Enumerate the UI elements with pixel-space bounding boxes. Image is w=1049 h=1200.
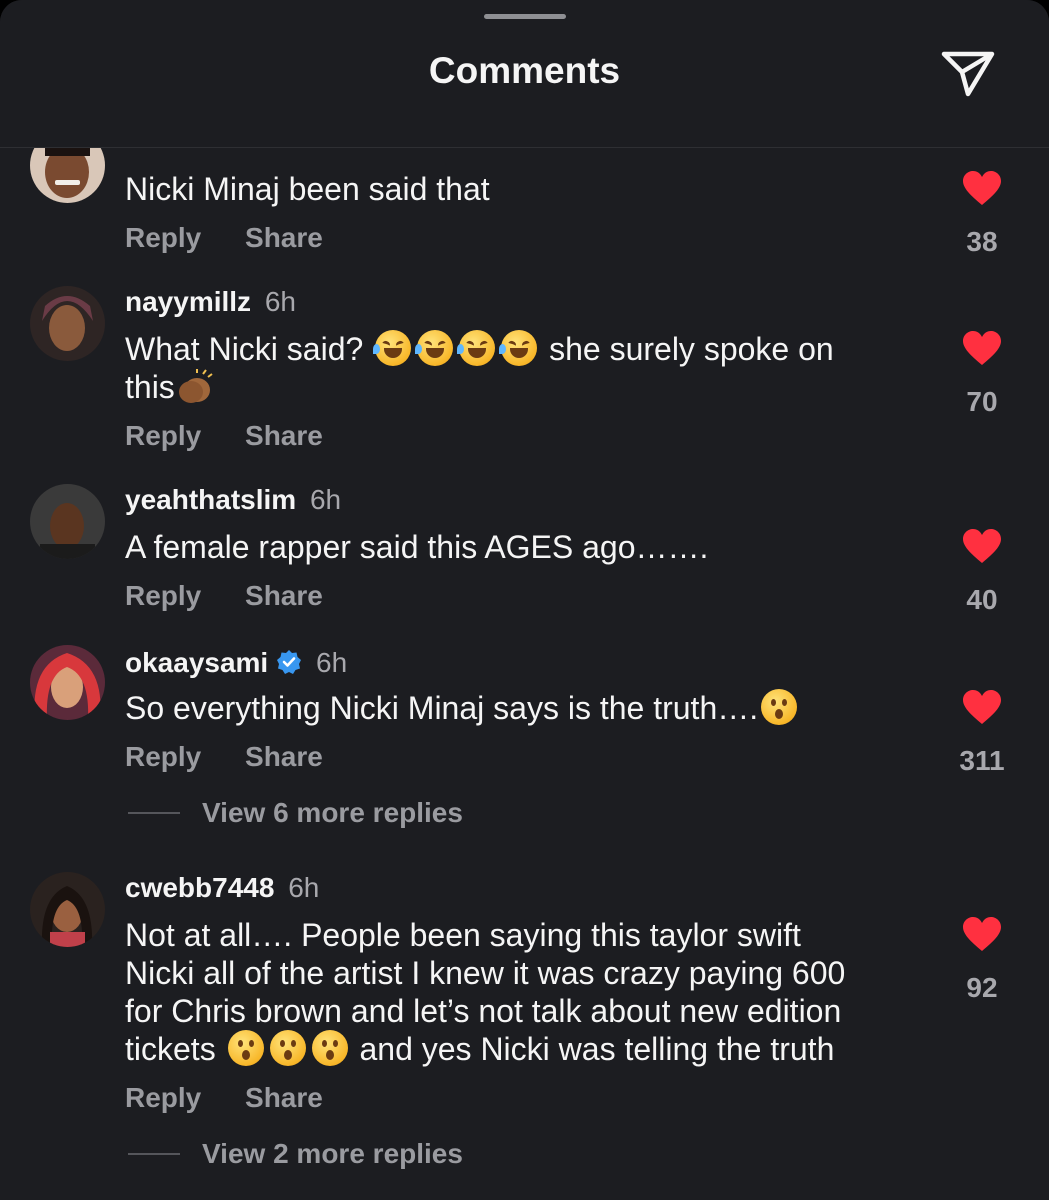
comment-text-part: tickets [125, 1031, 216, 1067]
reply-button[interactable]: Reply [125, 222, 201, 253]
share-comment-button[interactable]: Share [245, 420, 323, 451]
hushed-face-emoji-icon [227, 1030, 264, 1066]
reply-button[interactable]: Reply [125, 1082, 201, 1113]
comment-item: nayymillz 6h What Nicki said? she surely… [0, 286, 1049, 466]
share-comment-button[interactable]: Share [245, 741, 323, 772]
username[interactable]: nayymillz [125, 286, 251, 317]
rolling-laughing-emoji-icon [373, 330, 412, 366]
reply-button[interactable]: Reply [125, 580, 201, 611]
comment-text-part: So everything Nicki Minaj says is the tr… [125, 690, 759, 726]
comment-meta: cwebb7448 6h [125, 872, 319, 904]
share-comment-button[interactable]: Share [245, 222, 323, 253]
comment-text: So everything Nicki Minaj says is the tr… [125, 689, 925, 727]
rolling-laughing-emoji-icon [415, 330, 454, 366]
like-count: 70 [966, 386, 998, 417]
comment-text-part: this [125, 369, 175, 405]
like-count: 92 [966, 972, 998, 1003]
share-comment-button[interactable]: Share [245, 1082, 323, 1113]
heart-icon[interactable] [962, 529, 1002, 565]
comment-text: Nicki Minaj been said that [125, 171, 490, 207]
avatar[interactable] [30, 484, 105, 559]
comment-item: yeahthatslim 6h A female rapper said thi… [0, 484, 1049, 624]
verified-badge-icon [277, 650, 302, 674]
comment-meta: nayymillz 6h [125, 286, 296, 318]
clapping-hands-icon [178, 369, 213, 403]
drag-handle[interactable] [484, 14, 566, 19]
comment-text-line: Not at all…. People been saying this tay… [125, 917, 801, 953]
comment-list[interactable]: nayyrzhan 6h Nicki Minaj been said that … [0, 148, 1049, 1200]
comment-text-part: she surely spoke on [549, 331, 834, 367]
like-count: 311 [959, 745, 1005, 776]
comment-text-part: What Nicki said? [125, 331, 364, 367]
view-replies-label: View 2 more replies [202, 1138, 463, 1169]
timestamp: 6h [316, 647, 348, 678]
avatar[interactable] [30, 872, 105, 947]
comment-text: What Nicki said? she surely spoke on thi… [125, 330, 925, 406]
comment-actions: Reply Share [125, 741, 359, 773]
comment-actions: Reply Share [125, 1082, 359, 1114]
like-count: 40 [966, 584, 998, 615]
comment-actions: Reply Share [125, 222, 359, 254]
reply-button[interactable]: Reply [125, 741, 201, 772]
rolling-laughing-emoji-icon [499, 330, 538, 366]
share-comment-button[interactable]: Share [245, 580, 323, 611]
heart-icon[interactable] [962, 917, 1002, 953]
comments-sheet: Comments nayyrzhan 6h Nicki Minaj bee [0, 0, 1049, 1200]
comment-actions: Reply Share [125, 580, 359, 612]
comments-header: Comments [0, 0, 1049, 148]
comment-text: Not at all…. People been saying this tay… [125, 916, 925, 1068]
reply-button[interactable]: Reply [125, 420, 201, 451]
hushed-face-emoji-icon [761, 689, 798, 725]
view-more-replies-button[interactable]: View 6 more replies [128, 797, 463, 829]
comment-text-line: Nicki all of the artist I knew it was cr… [125, 955, 846, 991]
comment-meta: okaaysami 6h [125, 647, 347, 679]
like-count: 38 [966, 226, 998, 257]
avatar[interactable] [30, 645, 105, 720]
heart-icon[interactable] [962, 331, 1002, 367]
comment-actions: Reply Share [125, 420, 359, 452]
comment-text: A female rapper said this AGES ago……. [125, 529, 709, 565]
comment-text-part: and yes Nicki was telling the truth [359, 1031, 835, 1067]
avatar[interactable] [30, 148, 105, 203]
divider-line [128, 1153, 180, 1155]
rolling-laughing-emoji-icon [457, 330, 496, 366]
comment-meta: yeahthatslim 6h [125, 484, 341, 516]
heart-icon[interactable] [962, 690, 1002, 726]
divider-line [128, 812, 180, 814]
comment-text-line: for Chris brown and let’s not talk about… [125, 993, 842, 1029]
timestamp: 6h [309, 484, 342, 515]
heart-icon[interactable] [962, 171, 1002, 207]
hushed-face-emoji-icon [269, 1030, 306, 1066]
username[interactable]: yeahthatslim [125, 484, 296, 515]
comment-item: cwebb7448 6h Not at all…. People been sa… [0, 872, 1049, 1200]
username[interactable]: okaaysami [125, 647, 268, 678]
page-title: Comments [428, 50, 621, 91]
comment-item: okaaysami 6h So everything Nicki Minaj s… [0, 645, 1049, 845]
comment-item: nayyrzhan 6h Nicki Minaj been said that … [0, 148, 1049, 268]
avatar[interactable] [30, 286, 105, 361]
hushed-face-emoji-icon [311, 1030, 348, 1066]
paper-plane-icon [941, 51, 995, 97]
share-button[interactable] [938, 44, 998, 100]
view-replies-label: View 6 more replies [202, 797, 463, 828]
timestamp: 6h [264, 286, 296, 317]
timestamp: 6h [288, 872, 320, 903]
username[interactable]: cwebb7448 [125, 872, 274, 903]
view-more-replies-button[interactable]: View 2 more replies [128, 1138, 463, 1170]
